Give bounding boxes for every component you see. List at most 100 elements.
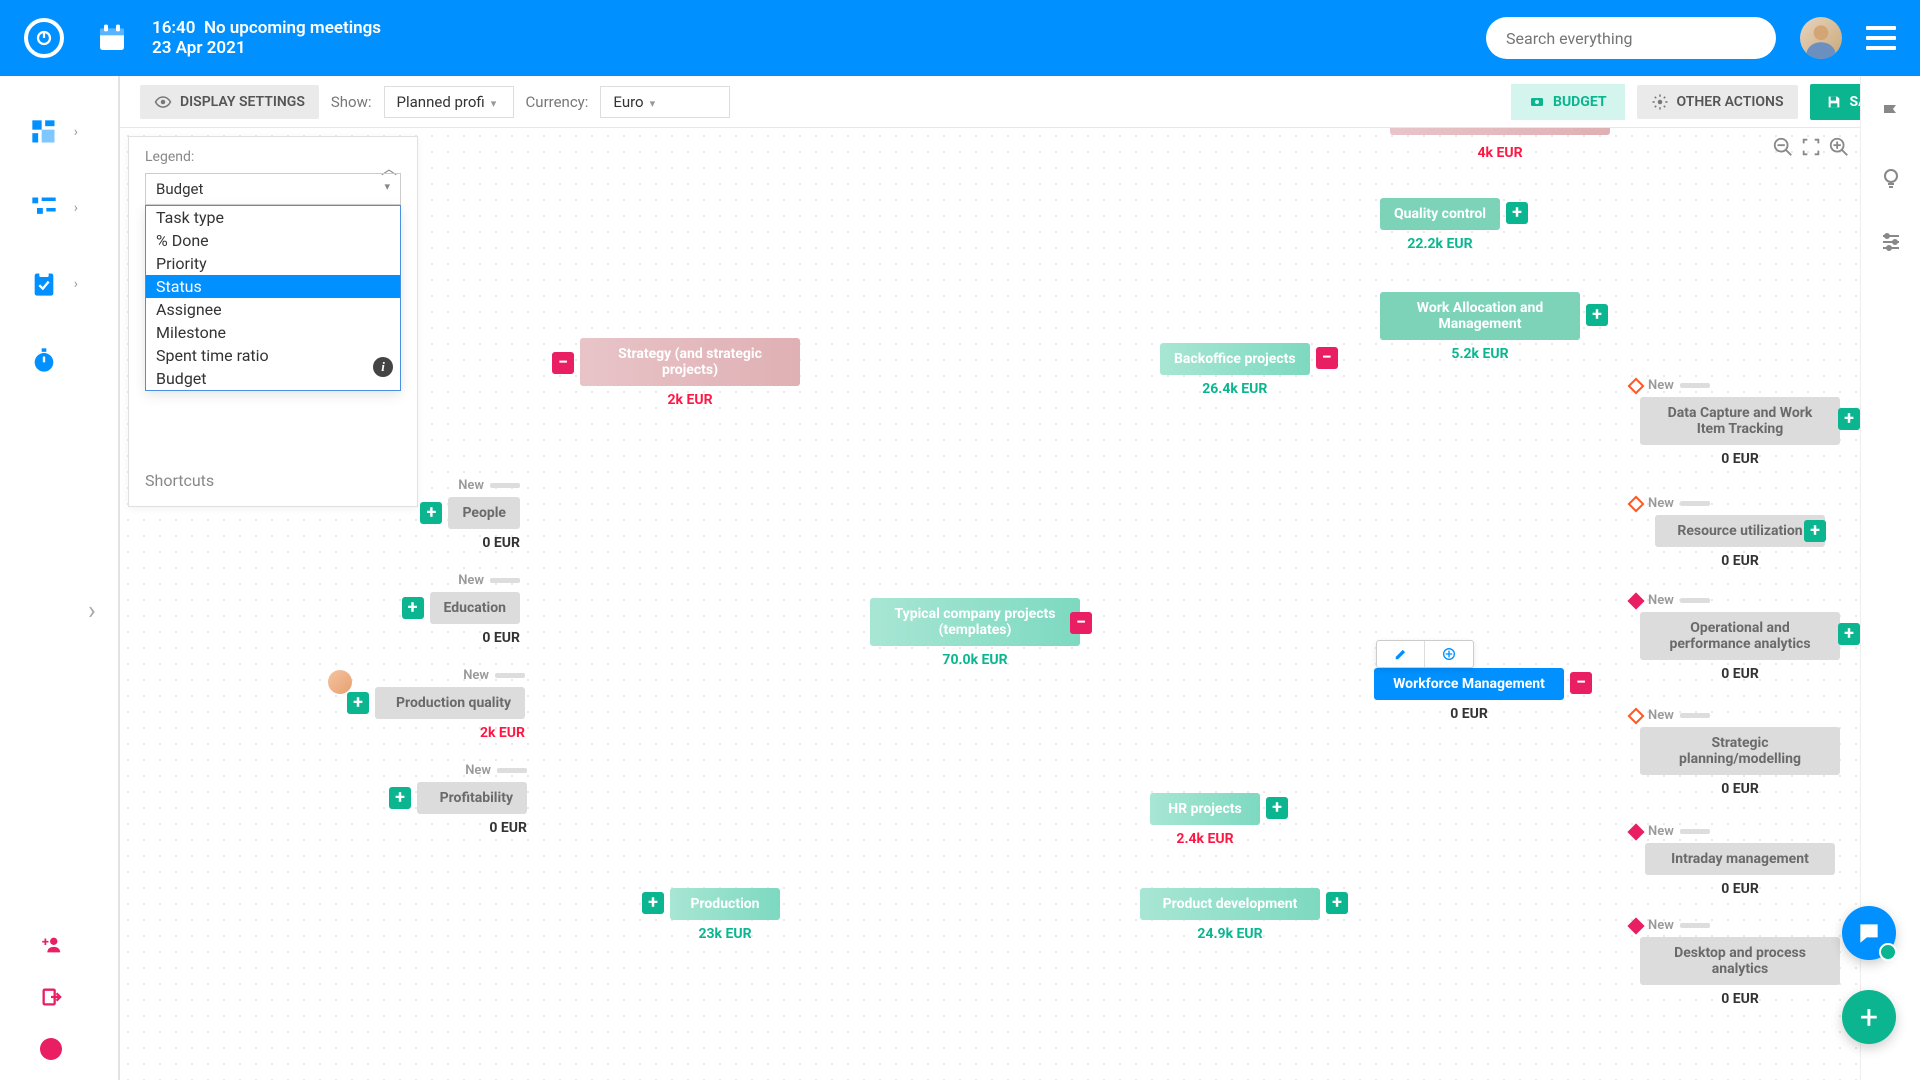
other-actions-button[interactable]: OTHER ACTIONS [1637, 85, 1798, 119]
node-operational[interactable]: New Operational and performance analytic… [1630, 593, 1850, 682]
zoom-fit-icon[interactable] [1800, 136, 1822, 158]
expand-icon[interactable]: + [1838, 408, 1860, 430]
legend-option-selected[interactable]: Status [146, 275, 400, 298]
legend-option[interactable]: Assignee [146, 298, 400, 321]
legend-info-icon[interactable]: i [373, 357, 393, 377]
node-label: HR projects [1150, 793, 1260, 825]
node-center[interactable]: Typical company projects (templates) − 7… [870, 598, 1080, 668]
status-label: New [463, 668, 489, 683]
nav-timer-icon[interactable] [28, 344, 60, 376]
node-prod-quality[interactable]: New + Production quality 2k EUR [330, 668, 525, 741]
collapse-icon[interactable]: − [552, 352, 574, 374]
display-toolbar: DISPLAY SETTINGS Show: Planned profi Cur… [120, 76, 1920, 128]
status-label: New [458, 573, 484, 588]
list-settings-icon[interactable] [1879, 230, 1903, 254]
node-value: 0 EUR [377, 820, 527, 836]
assignee-avatar[interactable] [328, 670, 352, 694]
legend-option[interactable]: Priority [146, 252, 400, 275]
node-strategy[interactable]: − Strategy (and strategic projects) 2k E… [580, 338, 800, 408]
user-avatar[interactable] [1800, 17, 1842, 59]
node-label: Typical company projects (templates) [870, 598, 1080, 646]
node-education[interactable]: New + Education 0 EUR [390, 573, 520, 646]
node-value: 0 EUR [410, 535, 520, 551]
status-label: New [1648, 496, 1674, 511]
node[interactable]: 4k EUR [1390, 128, 1610, 161]
expand-icon[interactable]: + [347, 692, 369, 714]
node-backoffice[interactable]: Backoffice projects − 26.4k EUR [1160, 343, 1310, 397]
expand-icon[interactable]: + [389, 787, 411, 809]
node-people[interactable]: New + People 0 EUR [410, 478, 520, 551]
expand-icon[interactable]: + [1506, 202, 1528, 224]
zoom-out-icon[interactable] [1772, 136, 1794, 158]
meetings-status: No upcoming meetings [204, 18, 381, 38]
shortcuts-label[interactable]: Shortcuts [129, 391, 417, 490]
nav-tasks-icon[interactable]: › [28, 268, 60, 300]
budget-button[interactable]: BUDGET [1511, 84, 1625, 120]
expand-icon[interactable]: + [1586, 304, 1608, 326]
node-value: 0 EUR [1630, 451, 1850, 467]
add-child-icon[interactable] [1425, 641, 1473, 667]
expand-icon[interactable]: + [1326, 892, 1348, 914]
node-resource-util[interactable]: New Resource utilization + 0 EUR [1630, 496, 1850, 569]
status-diamond-icon [1628, 917, 1645, 934]
legend-option[interactable]: Budget [146, 367, 400, 390]
node-prod-dev[interactable]: Product development + 24.9k EUR [1140, 888, 1320, 942]
menu-icon[interactable] [1866, 26, 1896, 50]
node-value: 70.0k EUR [870, 652, 1080, 668]
node-hr[interactable]: HR projects + 2.4k EUR [1150, 793, 1260, 847]
add-fab[interactable]: + [1842, 990, 1896, 1044]
node-strategic-plan[interactable]: New Strategic planning/modelling 0 EUR [1630, 708, 1850, 797]
status-label: New [1648, 378, 1674, 393]
chat-fab[interactable] [1842, 906, 1896, 960]
node-intraday[interactable]: New Intraday management 0 EUR [1630, 824, 1850, 897]
lightbulb-icon[interactable] [1879, 166, 1903, 190]
legend-option[interactable]: Spent time ratio [146, 344, 400, 367]
node-quality[interactable]: Quality control + 22.2k EUR [1380, 198, 1500, 252]
invite-user-icon[interactable]: + [40, 934, 62, 962]
legend-option[interactable]: % Done [146, 229, 400, 252]
edit-icon[interactable] [1377, 641, 1425, 667]
show-select[interactable]: Planned profi [384, 86, 514, 118]
collapse-icon[interactable]: − [1570, 672, 1592, 694]
node-value: 4k EUR [1390, 145, 1610, 161]
node-workforce-selected[interactable]: Workforce Management − 0 EUR [1374, 668, 1564, 722]
node-value: 5.2k EUR [1380, 346, 1580, 362]
expand-icon[interactable]: + [1838, 623, 1860, 645]
legend-option[interactable]: Task type [146, 206, 400, 229]
logout-icon[interactable] [40, 986, 62, 1014]
node-desktop[interactable]: New Desktop and process analytics 0 EUR [1630, 918, 1850, 1007]
mindmap-canvas[interactable]: Legend: ︿ Budget Task type % Done Priori… [120, 128, 1860, 1080]
app-logo[interactable] [24, 18, 64, 58]
expand-sidebar-icon[interactable]: › [88, 596, 96, 626]
node-label: Strategy (and strategic projects) [580, 338, 800, 386]
zoom-in-icon[interactable] [1828, 136, 1850, 158]
node-label: Profitability [417, 782, 527, 814]
nav-dashboard-icon[interactable]: › [28, 116, 60, 148]
expand-icon[interactable]: + [1804, 520, 1826, 542]
currency-select[interactable]: Euro [600, 86, 730, 118]
display-settings-button[interactable]: DISPLAY SETTINGS [140, 85, 319, 119]
flag-icon[interactable] [1879, 102, 1903, 126]
expand-icon[interactable]: + [402, 597, 424, 619]
node-value: 0 EUR [1630, 881, 1850, 897]
node-production[interactable]: + Production 23k EUR [670, 888, 780, 942]
expand-icon[interactable]: + [642, 892, 664, 914]
collapse-icon[interactable]: − [1316, 347, 1338, 369]
search-input[interactable] [1486, 17, 1776, 59]
time-block: 16:40 No upcoming meetings 23 Apr 2021 [152, 18, 381, 58]
calendar-icon[interactable] [96, 22, 128, 54]
legend-select[interactable]: Budget [145, 173, 401, 205]
node-data-capture[interactable]: New Data Capture and Work Item Tracking … [1630, 378, 1850, 467]
expand-icon[interactable]: + [420, 502, 442, 524]
collapse-icon[interactable]: − [1070, 612, 1092, 634]
show-label: Show: [331, 93, 372, 111]
node-label: People [448, 497, 520, 529]
info-icon[interactable]: i [40, 1038, 62, 1060]
current-date: 23 Apr 2021 [152, 38, 381, 58]
expand-icon[interactable]: + [1266, 797, 1288, 819]
current-time: 16:40 [152, 18, 195, 38]
node-profitability[interactable]: New + Profitability 0 EUR [377, 763, 527, 836]
nav-hierarchy-icon[interactable]: › [28, 192, 60, 224]
legend-option[interactable]: Milestone [146, 321, 400, 344]
node-work-alloc[interactable]: Work Allocation and Management + 5.2k EU… [1380, 292, 1580, 362]
